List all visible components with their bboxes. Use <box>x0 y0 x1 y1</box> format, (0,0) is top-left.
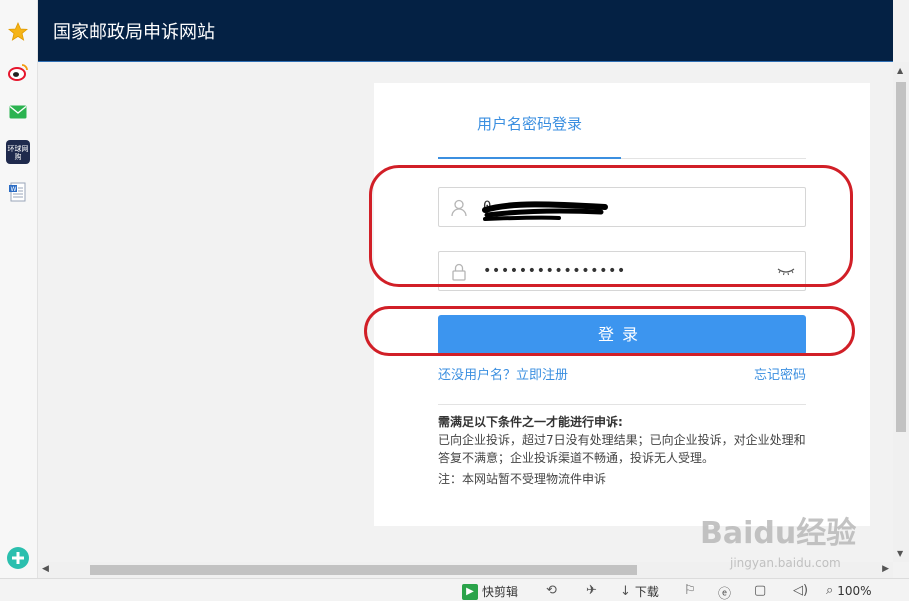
active-tab-indicator <box>438 157 621 159</box>
pin-icon: ✈ <box>586 583 597 598</box>
scroll-right-icon[interactable]: ▶ <box>882 564 889 574</box>
window-button[interactable]: ▢ <box>754 583 766 598</box>
ie-icon: ⓔ <box>718 587 732 601</box>
zoom-level: 100% <box>837 583 872 598</box>
horizontal-scroll-thumb[interactable] <box>90 565 637 575</box>
add-icon[interactable] <box>6 546 30 570</box>
volume-icon: ◁) <box>793 583 809 598</box>
ie-mode-button[interactable]: ⓔ <box>718 583 731 601</box>
baidu-watermark-url: jingyan.baidu.com <box>730 556 841 570</box>
baidu-watermark: Baidu经验 <box>700 516 857 551</box>
zoom-button[interactable]: ⌕ 100% <box>826 583 872 598</box>
pin-button[interactable]: ✈ <box>586 583 597 598</box>
browser-sidebar: 环球网购 W <box>0 0 38 578</box>
notice-body: 已向企业投诉，超过7日没有处理结果；已向企业投诉，对企业处理和答复不满意；企业投… <box>438 433 806 465</box>
forgot-password-link[interactable]: 忘记密码 <box>754 364 806 383</box>
volume-button[interactable]: ◁) <box>793 583 808 598</box>
site-title: 国家邮政局申诉网站 <box>53 22 215 43</box>
document-icon[interactable]: W <box>6 180 30 204</box>
quick-edit-label: 快剪辑 <box>482 585 519 599</box>
download-label: 下载 <box>634 585 659 599</box>
window-icon: ▢ <box>754 583 767 598</box>
vertical-scrollbar[interactable]: ▲ ▼ <box>893 62 909 562</box>
tab-username-login[interactable]: 用户名密码登录 <box>438 113 621 134</box>
site-header: 国家邮政局申诉网站 <box>38 0 893 62</box>
weibo-icon[interactable] <box>6 60 30 84</box>
scroll-up-icon[interactable]: ▲ <box>897 66 903 75</box>
news-icon[interactable]: 环球网购 <box>6 140 30 164</box>
divider <box>438 404 806 405</box>
star-icon[interactable] <box>6 20 30 44</box>
quick-edit-button[interactable]: ▶ 快剪辑 <box>462 583 518 600</box>
login-card: 用户名密码登录 0 •••••••••••••••• 登录 还没用户名？立即注册… <box>374 83 870 526</box>
history-button[interactable]: ⟲ <box>546 583 557 598</box>
status-bar: ▶ 快剪辑 ⟲ ✈ ↓ 下载 ⚐ ⓔ ▢ ◁) ⌕ 100% <box>0 578 909 601</box>
download-button[interactable]: ↓ 下载 <box>620 583 659 600</box>
svg-text:W: W <box>11 186 17 193</box>
scroll-down-icon[interactable]: ▼ <box>897 549 903 558</box>
register-link[interactable]: 还没用户名？立即注册 <box>438 364 568 383</box>
flag-button[interactable]: ⚐ <box>684 583 696 598</box>
vertical-scroll-thumb[interactable] <box>896 82 906 432</box>
flag-icon: ⚐ <box>684 583 696 598</box>
play-icon: ▶ <box>462 583 478 600</box>
notice-title: 需满足以下条件之一才能进行申诉: <box>438 415 623 429</box>
download-icon: ↓ <box>620 584 631 599</box>
annotation-ring-fields <box>369 165 853 287</box>
scroll-left-icon[interactable]: ◀ <box>42 564 49 574</box>
zoom-icon: ⌕ <box>826 583 834 598</box>
mail-icon[interactable] <box>6 100 30 124</box>
history-icon: ⟲ <box>546 583 557 598</box>
annotation-ring-login <box>364 306 855 356</box>
notice-note: 注：本网站暂不受理物流件申诉 <box>438 472 607 486</box>
